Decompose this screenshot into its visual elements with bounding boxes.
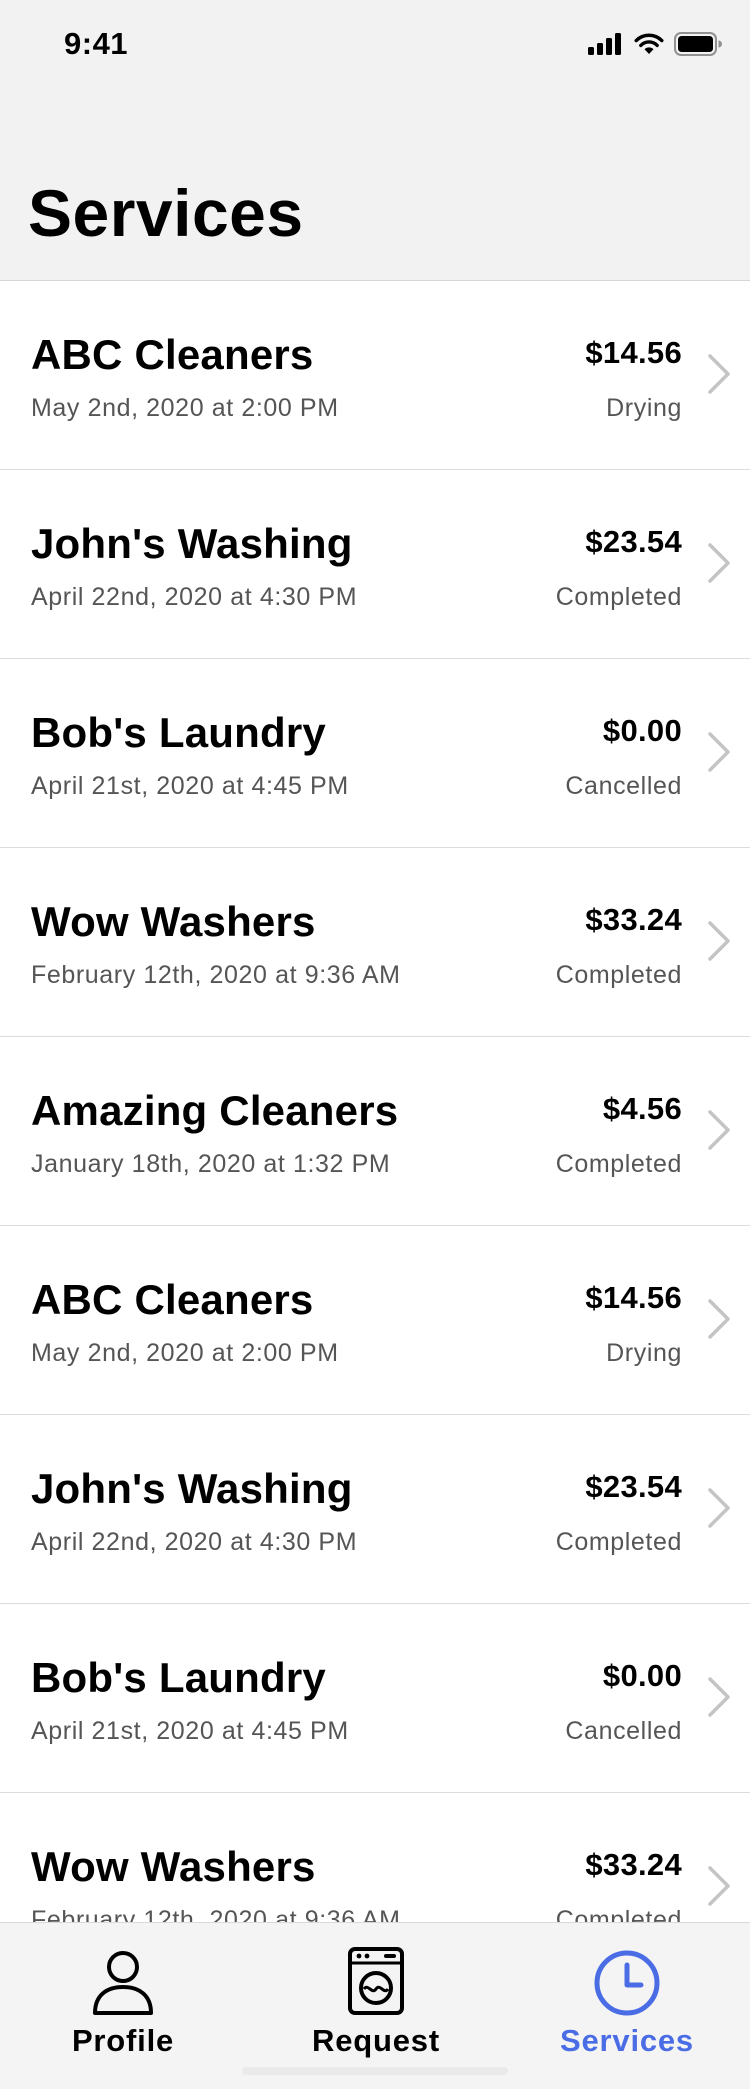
status-icons — [588, 32, 722, 56]
services-list[interactable]: ABC Cleaners May 2nd, 2020 at 2:00 PM $1… — [0, 280, 750, 1923]
service-name: John's Washing — [31, 1465, 353, 1512]
person-icon — [93, 1951, 153, 2015]
service-status: Completed — [555, 1528, 682, 1556]
cellular-signal-icon — [588, 33, 621, 55]
clock-icon — [594, 1950, 660, 2016]
list-item[interactable]: Wow Washers February 12th, 2020 at 9:36 … — [0, 1793, 750, 1923]
service-price: $23.54 — [585, 1469, 682, 1504]
service-price: $33.24 — [585, 902, 682, 937]
chevron-right-icon — [708, 1110, 730, 1150]
service-date: April 21st, 2020 at 4:45 PM — [31, 1717, 349, 1745]
home-indicator[interactable] — [242, 2067, 508, 2075]
tab-label: Profile — [71, 2023, 175, 2058]
service-name: John's Washing — [31, 520, 353, 567]
list-item[interactable]: Wow Washers February 12th, 2020 at 9:36 … — [0, 848, 750, 1037]
service-date: February 12th, 2020 at 9:36 AM — [31, 961, 401, 989]
service-date: May 2nd, 2020 at 2:00 PM — [31, 394, 339, 422]
service-price: $23.54 — [585, 524, 682, 559]
service-name: Bob's Laundry — [31, 1654, 326, 1701]
chevron-right-icon — [708, 921, 730, 961]
service-price: $0.00 — [602, 1658, 682, 1693]
tab-request[interactable]: Request — [276, 1923, 476, 2089]
tab-bar: Profile Request Services — [0, 1922, 750, 2089]
wifi-icon — [634, 33, 664, 54]
tab-services[interactable]: Services — [527, 1923, 727, 2089]
service-status: Completed — [555, 1906, 682, 1923]
chevron-right-icon — [708, 1677, 730, 1717]
washing-machine-icon — [348, 1947, 404, 2015]
service-name: ABC Cleaners — [31, 331, 314, 378]
chevron-right-icon — [708, 543, 730, 583]
tab-label: Services — [560, 2023, 694, 2058]
list-item[interactable]: Amazing Cleaners January 18th, 2020 at 1… — [0, 1037, 750, 1226]
battery-icon — [674, 32, 722, 56]
page-title: Services — [28, 176, 304, 250]
service-price: $14.56 — [585, 335, 682, 370]
status-bar: 9:41 — [0, 0, 750, 90]
service-status: Completed — [555, 1150, 682, 1178]
service-status: Drying — [606, 394, 682, 422]
service-date: February 12th, 2020 at 9:36 AM — [31, 1906, 401, 1923]
chevron-right-icon — [708, 1866, 730, 1906]
chevron-right-icon — [708, 1488, 730, 1528]
service-status: Drying — [606, 1339, 682, 1367]
service-date: January 18th, 2020 at 1:32 PM — [31, 1150, 391, 1178]
list-item[interactable]: Bob's Laundry April 21st, 2020 at 4:45 P… — [0, 659, 750, 848]
service-price: $0.00 — [602, 713, 682, 748]
service-name: Bob's Laundry — [31, 709, 326, 756]
service-date: April 21st, 2020 at 4:45 PM — [31, 772, 349, 800]
service-price: $33.24 — [585, 1847, 682, 1882]
list-item[interactable]: Bob's Laundry April 21st, 2020 at 4:45 P… — [0, 1604, 750, 1793]
chevron-right-icon — [708, 732, 730, 772]
chevron-right-icon — [708, 1299, 730, 1339]
service-name: ABC Cleaners — [31, 1276, 314, 1323]
service-price: $14.56 — [585, 1280, 682, 1315]
service-name: Wow Washers — [31, 898, 316, 945]
list-item[interactable]: John's Washing April 22nd, 2020 at 4:30 … — [0, 470, 750, 659]
service-name: Wow Washers — [31, 1843, 316, 1890]
service-status: Cancelled — [565, 772, 682, 800]
service-status: Completed — [555, 583, 682, 611]
status-time: 9:41 — [64, 26, 129, 61]
list-item[interactable]: ABC Cleaners May 2nd, 2020 at 2:00 PM $1… — [0, 1226, 750, 1415]
list-item[interactable]: ABC Cleaners May 2nd, 2020 at 2:00 PM $1… — [0, 281, 750, 470]
service-status: Completed — [555, 961, 682, 989]
list-item[interactable]: John's Washing April 22nd, 2020 at 4:30 … — [0, 1415, 750, 1604]
service-status: Cancelled — [565, 1717, 682, 1745]
tab-profile[interactable]: Profile — [23, 1923, 223, 2089]
tab-label: Request — [312, 2023, 440, 2058]
service-date: April 22nd, 2020 at 4:30 PM — [31, 1528, 358, 1556]
service-name: Amazing Cleaners — [31, 1087, 399, 1134]
service-price: $4.56 — [602, 1091, 682, 1126]
chevron-right-icon — [708, 354, 730, 394]
service-date: April 22nd, 2020 at 4:30 PM — [31, 583, 358, 611]
service-date: May 2nd, 2020 at 2:00 PM — [31, 1339, 339, 1367]
